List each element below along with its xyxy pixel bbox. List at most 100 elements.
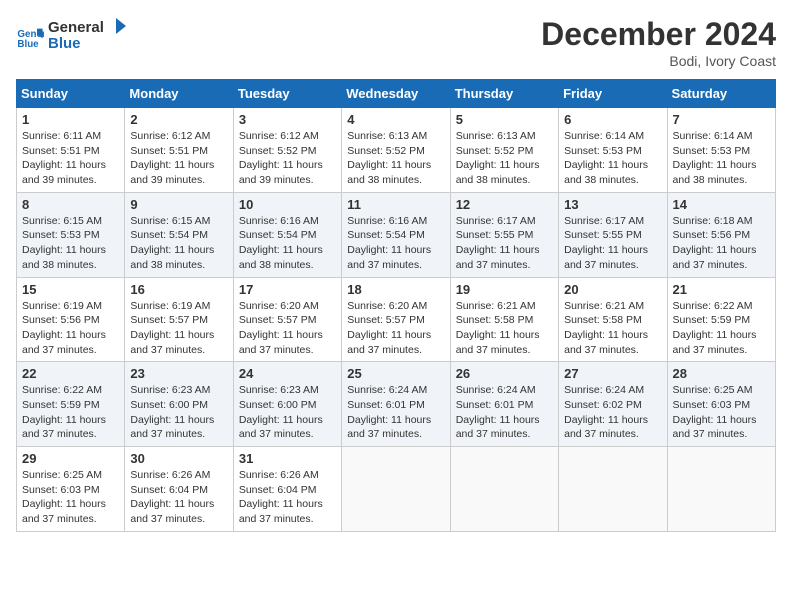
day-info: Sunrise: 6:22 AM Sunset: 5:59 PM Dayligh… bbox=[22, 383, 119, 442]
calendar-cell: 25 Sunrise: 6:24 AM Sunset: 6:01 PM Dayl… bbox=[342, 362, 450, 447]
page-header: General Blue General Blue December 2024 … bbox=[16, 16, 776, 69]
calendar-week-5: 29 Sunrise: 6:25 AM Sunset: 6:03 PM Dayl… bbox=[17, 447, 776, 532]
calendar-cell: 9 Sunrise: 6:15 AM Sunset: 5:54 PM Dayli… bbox=[125, 192, 233, 277]
day-info: Sunrise: 6:15 AM Sunset: 5:54 PM Dayligh… bbox=[130, 214, 227, 273]
calendar-cell bbox=[342, 447, 450, 532]
calendar-header-row: Sunday Monday Tuesday Wednesday Thursday… bbox=[17, 80, 776, 108]
calendar-cell: 3 Sunrise: 6:12 AM Sunset: 5:52 PM Dayli… bbox=[233, 108, 341, 193]
day-info: Sunrise: 6:11 AM Sunset: 5:51 PM Dayligh… bbox=[22, 129, 119, 188]
day-info: Sunrise: 6:13 AM Sunset: 5:52 PM Dayligh… bbox=[456, 129, 553, 188]
day-info: Sunrise: 6:14 AM Sunset: 5:53 PM Dayligh… bbox=[564, 129, 661, 188]
day-number: 12 bbox=[456, 197, 553, 212]
logo-text: General Blue bbox=[48, 16, 128, 57]
calendar-cell: 18 Sunrise: 6:20 AM Sunset: 5:57 PM Dayl… bbox=[342, 277, 450, 362]
calendar-cell: 21 Sunrise: 6:22 AM Sunset: 5:59 PM Dayl… bbox=[667, 277, 775, 362]
day-number: 21 bbox=[673, 282, 770, 297]
day-info: Sunrise: 6:15 AM Sunset: 5:53 PM Dayligh… bbox=[22, 214, 119, 273]
day-number: 18 bbox=[347, 282, 444, 297]
day-number: 13 bbox=[564, 197, 661, 212]
day-info: Sunrise: 6:26 AM Sunset: 6:04 PM Dayligh… bbox=[239, 468, 336, 527]
day-number: 30 bbox=[130, 451, 227, 466]
day-number: 4 bbox=[347, 112, 444, 127]
calendar-cell: 26 Sunrise: 6:24 AM Sunset: 6:01 PM Dayl… bbox=[450, 362, 558, 447]
calendar-cell: 5 Sunrise: 6:13 AM Sunset: 5:52 PM Dayli… bbox=[450, 108, 558, 193]
day-number: 31 bbox=[239, 451, 336, 466]
logo-icon: General Blue bbox=[16, 23, 44, 51]
day-number: 5 bbox=[456, 112, 553, 127]
calendar-cell: 11 Sunrise: 6:16 AM Sunset: 5:54 PM Dayl… bbox=[342, 192, 450, 277]
day-info: Sunrise: 6:16 AM Sunset: 5:54 PM Dayligh… bbox=[347, 214, 444, 273]
calendar-cell: 24 Sunrise: 6:23 AM Sunset: 6:00 PM Dayl… bbox=[233, 362, 341, 447]
day-info: Sunrise: 6:19 AM Sunset: 5:57 PM Dayligh… bbox=[130, 299, 227, 358]
day-number: 11 bbox=[347, 197, 444, 212]
calendar-cell: 6 Sunrise: 6:14 AM Sunset: 5:53 PM Dayli… bbox=[559, 108, 667, 193]
day-number: 6 bbox=[564, 112, 661, 127]
day-number: 24 bbox=[239, 366, 336, 381]
calendar-week-1: 1 Sunrise: 6:11 AM Sunset: 5:51 PM Dayli… bbox=[17, 108, 776, 193]
day-number: 19 bbox=[456, 282, 553, 297]
day-info: Sunrise: 6:20 AM Sunset: 5:57 PM Dayligh… bbox=[347, 299, 444, 358]
calendar-cell: 8 Sunrise: 6:15 AM Sunset: 5:53 PM Dayli… bbox=[17, 192, 125, 277]
day-info: Sunrise: 6:23 AM Sunset: 6:00 PM Dayligh… bbox=[130, 383, 227, 442]
calendar-cell: 4 Sunrise: 6:13 AM Sunset: 5:52 PM Dayli… bbox=[342, 108, 450, 193]
day-info: Sunrise: 6:21 AM Sunset: 5:58 PM Dayligh… bbox=[456, 299, 553, 358]
calendar-week-4: 22 Sunrise: 6:22 AM Sunset: 5:59 PM Dayl… bbox=[17, 362, 776, 447]
day-info: Sunrise: 6:24 AM Sunset: 6:01 PM Dayligh… bbox=[456, 383, 553, 442]
calendar-cell: 13 Sunrise: 6:17 AM Sunset: 5:55 PM Dayl… bbox=[559, 192, 667, 277]
calendar-cell: 2 Sunrise: 6:12 AM Sunset: 5:51 PM Dayli… bbox=[125, 108, 233, 193]
day-number: 15 bbox=[22, 282, 119, 297]
day-info: Sunrise: 6:24 AM Sunset: 6:01 PM Dayligh… bbox=[347, 383, 444, 442]
calendar-cell: 14 Sunrise: 6:18 AM Sunset: 5:56 PM Dayl… bbox=[667, 192, 775, 277]
day-number: 16 bbox=[130, 282, 227, 297]
calendar-cell: 16 Sunrise: 6:19 AM Sunset: 5:57 PM Dayl… bbox=[125, 277, 233, 362]
day-info: Sunrise: 6:21 AM Sunset: 5:58 PM Dayligh… bbox=[564, 299, 661, 358]
day-info: Sunrise: 6:25 AM Sunset: 6:03 PM Dayligh… bbox=[22, 468, 119, 527]
calendar-week-3: 15 Sunrise: 6:19 AM Sunset: 5:56 PM Dayl… bbox=[17, 277, 776, 362]
day-info: Sunrise: 6:23 AM Sunset: 6:00 PM Dayligh… bbox=[239, 383, 336, 442]
calendar-cell: 10 Sunrise: 6:16 AM Sunset: 5:54 PM Dayl… bbox=[233, 192, 341, 277]
day-number: 28 bbox=[673, 366, 770, 381]
day-number: 20 bbox=[564, 282, 661, 297]
month-title: December 2024 bbox=[541, 16, 776, 53]
day-info: Sunrise: 6:12 AM Sunset: 5:52 PM Dayligh… bbox=[239, 129, 336, 188]
title-section: December 2024 Bodi, Ivory Coast bbox=[541, 16, 776, 69]
location: Bodi, Ivory Coast bbox=[541, 53, 776, 69]
header-tuesday: Tuesday bbox=[233, 80, 341, 108]
calendar-cell bbox=[667, 447, 775, 532]
calendar-cell: 15 Sunrise: 6:19 AM Sunset: 5:56 PM Dayl… bbox=[17, 277, 125, 362]
calendar-cell bbox=[559, 447, 667, 532]
calendar-cell: 31 Sunrise: 6:26 AM Sunset: 6:04 PM Dayl… bbox=[233, 447, 341, 532]
day-info: Sunrise: 6:17 AM Sunset: 5:55 PM Dayligh… bbox=[456, 214, 553, 273]
day-number: 7 bbox=[673, 112, 770, 127]
calendar-cell: 19 Sunrise: 6:21 AM Sunset: 5:58 PM Dayl… bbox=[450, 277, 558, 362]
logo: General Blue General Blue bbox=[16, 16, 128, 57]
day-number: 23 bbox=[130, 366, 227, 381]
calendar-cell: 30 Sunrise: 6:26 AM Sunset: 6:04 PM Dayl… bbox=[125, 447, 233, 532]
svg-text:General: General bbox=[48, 19, 104, 36]
day-number: 14 bbox=[673, 197, 770, 212]
day-info: Sunrise: 6:19 AM Sunset: 5:56 PM Dayligh… bbox=[22, 299, 119, 358]
day-number: 2 bbox=[130, 112, 227, 127]
day-info: Sunrise: 6:26 AM Sunset: 6:04 PM Dayligh… bbox=[130, 468, 227, 527]
day-number: 17 bbox=[239, 282, 336, 297]
header-thursday: Thursday bbox=[450, 80, 558, 108]
calendar-cell: 17 Sunrise: 6:20 AM Sunset: 5:57 PM Dayl… bbox=[233, 277, 341, 362]
header-wednesday: Wednesday bbox=[342, 80, 450, 108]
day-info: Sunrise: 6:13 AM Sunset: 5:52 PM Dayligh… bbox=[347, 129, 444, 188]
svg-text:Blue: Blue bbox=[17, 38, 39, 49]
day-info: Sunrise: 6:25 AM Sunset: 6:03 PM Dayligh… bbox=[673, 383, 770, 442]
header-sunday: Sunday bbox=[17, 80, 125, 108]
day-info: Sunrise: 6:16 AM Sunset: 5:54 PM Dayligh… bbox=[239, 214, 336, 273]
header-saturday: Saturday bbox=[667, 80, 775, 108]
day-number: 22 bbox=[22, 366, 119, 381]
day-number: 1 bbox=[22, 112, 119, 127]
calendar-cell: 12 Sunrise: 6:17 AM Sunset: 5:55 PM Dayl… bbox=[450, 192, 558, 277]
header-friday: Friday bbox=[559, 80, 667, 108]
calendar-cell: 27 Sunrise: 6:24 AM Sunset: 6:02 PM Dayl… bbox=[559, 362, 667, 447]
calendar-cell bbox=[450, 447, 558, 532]
calendar-cell: 28 Sunrise: 6:25 AM Sunset: 6:03 PM Dayl… bbox=[667, 362, 775, 447]
calendar-cell: 23 Sunrise: 6:23 AM Sunset: 6:00 PM Dayl… bbox=[125, 362, 233, 447]
day-number: 9 bbox=[130, 197, 227, 212]
day-info: Sunrise: 6:22 AM Sunset: 5:59 PM Dayligh… bbox=[673, 299, 770, 358]
day-info: Sunrise: 6:14 AM Sunset: 5:53 PM Dayligh… bbox=[673, 129, 770, 188]
